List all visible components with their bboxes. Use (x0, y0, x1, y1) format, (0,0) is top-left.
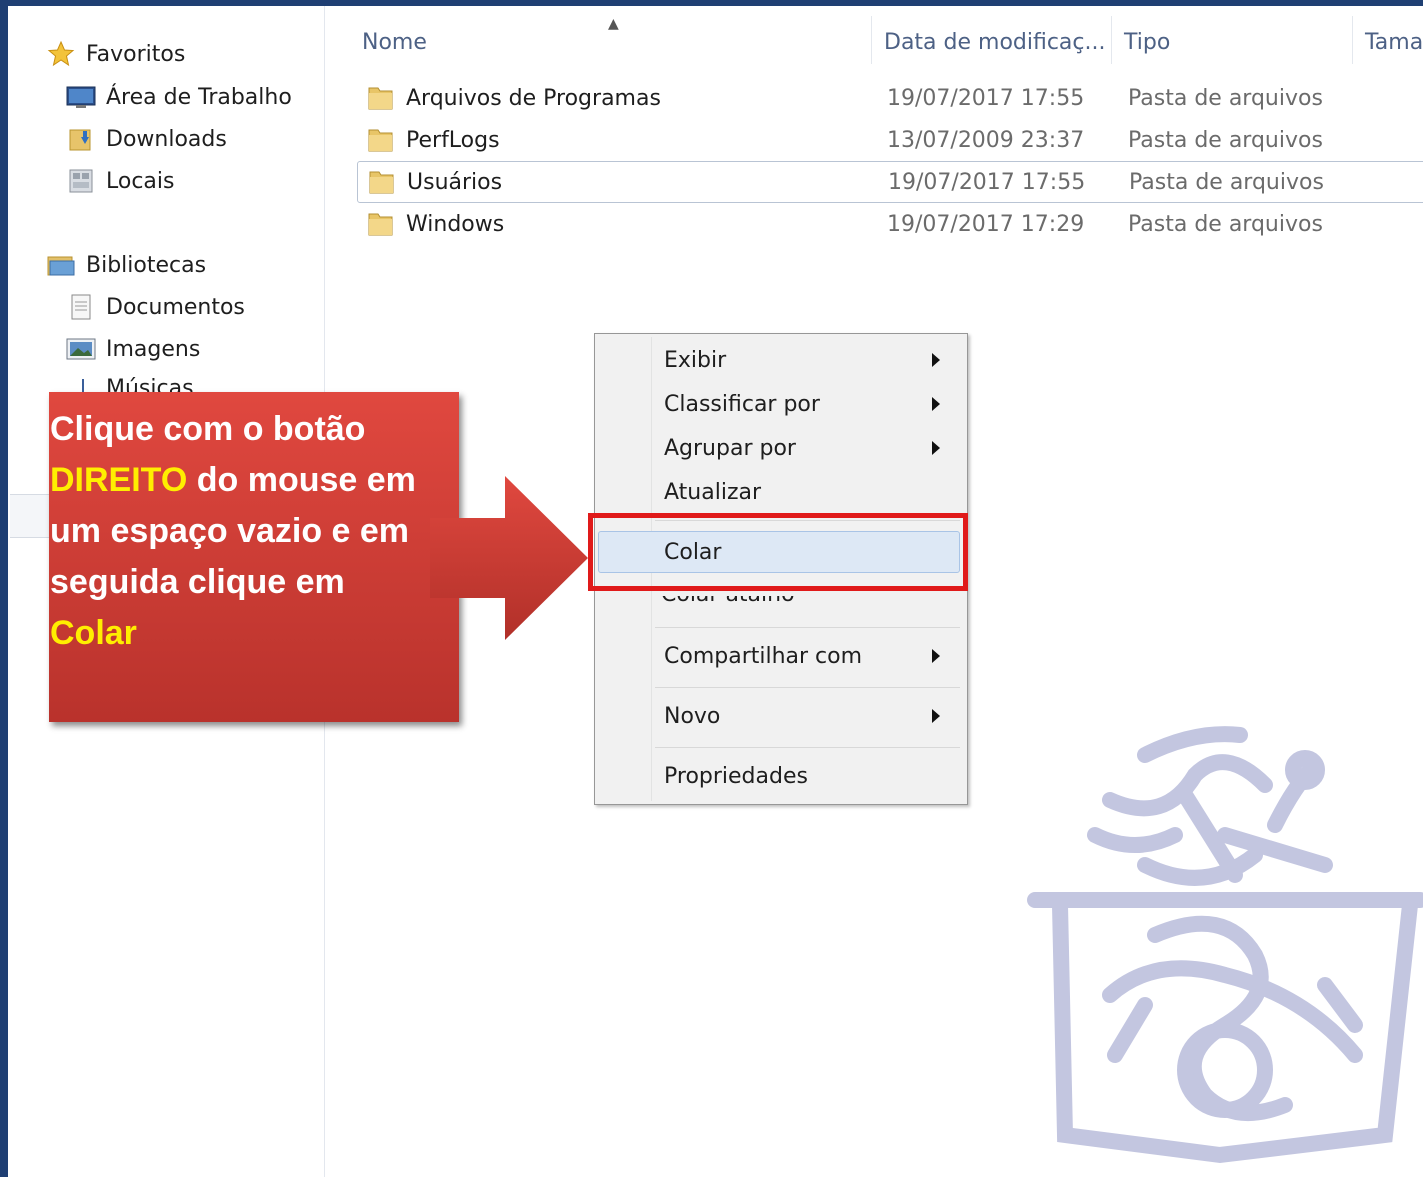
menu-separator (655, 627, 960, 628)
menu-item-label: Agrupar por (664, 435, 796, 461)
nav-scroll-handle[interactable] (10, 494, 51, 538)
nav-item-label: Imagens (106, 336, 201, 362)
menu-item-label: Atualizar (664, 479, 762, 505)
desktop-icon (66, 83, 96, 111)
submenu-arrow-icon (932, 353, 940, 367)
submenu-arrow-icon (932, 649, 940, 663)
column-header-name[interactable]: Nome (362, 20, 427, 64)
nav-item-label: Área de Trabalho (106, 84, 292, 110)
column-header-size-label: Tama (1365, 29, 1423, 55)
callout-text: Clique com o botão DIREITO do mouse em u… (50, 404, 440, 659)
callout-text-part: Clique com o botão (50, 410, 366, 448)
menu-item-share-with[interactable]: Compartilhar com (598, 636, 962, 676)
column-header-size[interactable]: Tama (1365, 20, 1423, 64)
table-row[interactable]: PerfLogs 13/07/2009 23:37 Pasta de arqui… (360, 120, 1423, 160)
menu-item-label: Novo (664, 703, 721, 729)
watermark-emblem (1027, 726, 1423, 1164)
column-header-type[interactable]: Tipo (1124, 20, 1170, 64)
document-icon (66, 293, 96, 321)
menu-item-group-by[interactable]: Agrupar por (598, 428, 962, 468)
menu-separator (655, 747, 960, 748)
column-header-date-label: Data de modificaç... (884, 29, 1106, 55)
menu-item-view[interactable]: Exibir (598, 340, 962, 380)
folder-icon (368, 87, 393, 110)
file-name-cell: PerfLogs (366, 120, 500, 160)
nav-item-label: Documentos (106, 294, 245, 320)
nav-libraries[interactable]: Bibliotecas (46, 248, 206, 282)
column-divider[interactable] (1352, 16, 1353, 64)
pictures-icon (66, 335, 96, 363)
file-type: Pasta de arquivos (1128, 211, 1323, 237)
submenu-arrow-icon (932, 441, 940, 455)
submenu-arrow-icon (932, 709, 940, 723)
callout-highlight-paste: Colar (50, 614, 137, 652)
file-name: PerfLogs (406, 127, 500, 153)
file-name-cell: Windows (366, 204, 504, 244)
table-row[interactable]: Arquivos de Programas 19/07/2017 17:55 P… (360, 78, 1423, 118)
menu-item-label: Classificar por (664, 391, 820, 417)
column-header-type-label: Tipo (1124, 29, 1171, 55)
libraries-icon (46, 251, 76, 279)
column-divider[interactable] (1111, 16, 1112, 64)
submenu-arrow-icon (932, 397, 940, 411)
sort-ascending-icon: ▲ (608, 16, 619, 32)
nav-item-label: Locais (106, 168, 175, 194)
file-type: Pasta de arquivos (1128, 85, 1323, 111)
nav-favorites-label: Favoritos (86, 41, 186, 67)
table-row-selected[interactable]: Usuários 19/07/2017 17:55 Pasta de arqui… (357, 161, 1423, 203)
menu-item-sort-by[interactable]: Classificar por (598, 384, 962, 424)
column-header-name-label: Nome (362, 29, 427, 55)
file-name-cell: Arquivos de Programas (366, 78, 661, 118)
file-name: Arquivos de Programas (406, 85, 661, 111)
nav-item-label: Downloads (106, 126, 227, 152)
nav-item-desktop[interactable]: Área de Trabalho (66, 80, 292, 114)
arrow-pointer-icon (430, 476, 588, 640)
file-type: Pasta de arquivos (1128, 127, 1323, 153)
file-name-cell: Usuários (367, 162, 502, 202)
menu-item-paste-shortcut[interactable]: Colar atalho (661, 596, 795, 609)
column-divider[interactable] (871, 16, 872, 64)
nav-item-pictures[interactable]: Imagens (66, 332, 200, 366)
file-date: 13/07/2009 23:37 (887, 127, 1085, 153)
file-name: Windows (406, 211, 505, 237)
highlight-box (588, 513, 968, 591)
folder-icon (368, 213, 393, 236)
menu-item-label: Compartilhar com (664, 643, 863, 669)
menu-item-label: Propriedades (664, 763, 808, 789)
nav-item-downloads[interactable]: Downloads (66, 122, 227, 156)
nav-item-documents[interactable]: Documentos (66, 290, 245, 324)
file-date: 19/07/2017 17:55 (888, 169, 1086, 195)
nav-favorites[interactable]: Favoritos (46, 37, 185, 71)
menu-item-properties[interactable]: Propriedades (598, 756, 962, 796)
folder-icon (369, 171, 394, 194)
file-type: Pasta de arquivos (1129, 169, 1324, 195)
callout-highlight-right: DIREITO (50, 461, 188, 499)
table-row[interactable]: Windows 19/07/2017 17:29 Pasta de arquiv… (360, 204, 1423, 244)
places-icon (66, 167, 96, 195)
nav-item-places[interactable]: Locais (66, 164, 174, 198)
menu-item-label: Exibir (664, 347, 727, 373)
folder-icon (368, 129, 393, 152)
file-date: 19/07/2017 17:55 (887, 85, 1085, 111)
menu-item-refresh[interactable]: Atualizar (598, 472, 962, 512)
menu-separator (655, 687, 960, 688)
downloads-folder-icon (66, 125, 96, 153)
menu-item-new[interactable]: Novo (598, 696, 962, 736)
star-icon (46, 40, 76, 68)
nav-libraries-label: Bibliotecas (86, 252, 207, 278)
menu-item-label: Colar atalho (661, 596, 795, 606)
file-date: 19/07/2017 17:29 (887, 211, 1085, 237)
column-header-date[interactable]: Data de modificaç... (884, 20, 1106, 64)
file-name: Usuários (407, 169, 503, 195)
